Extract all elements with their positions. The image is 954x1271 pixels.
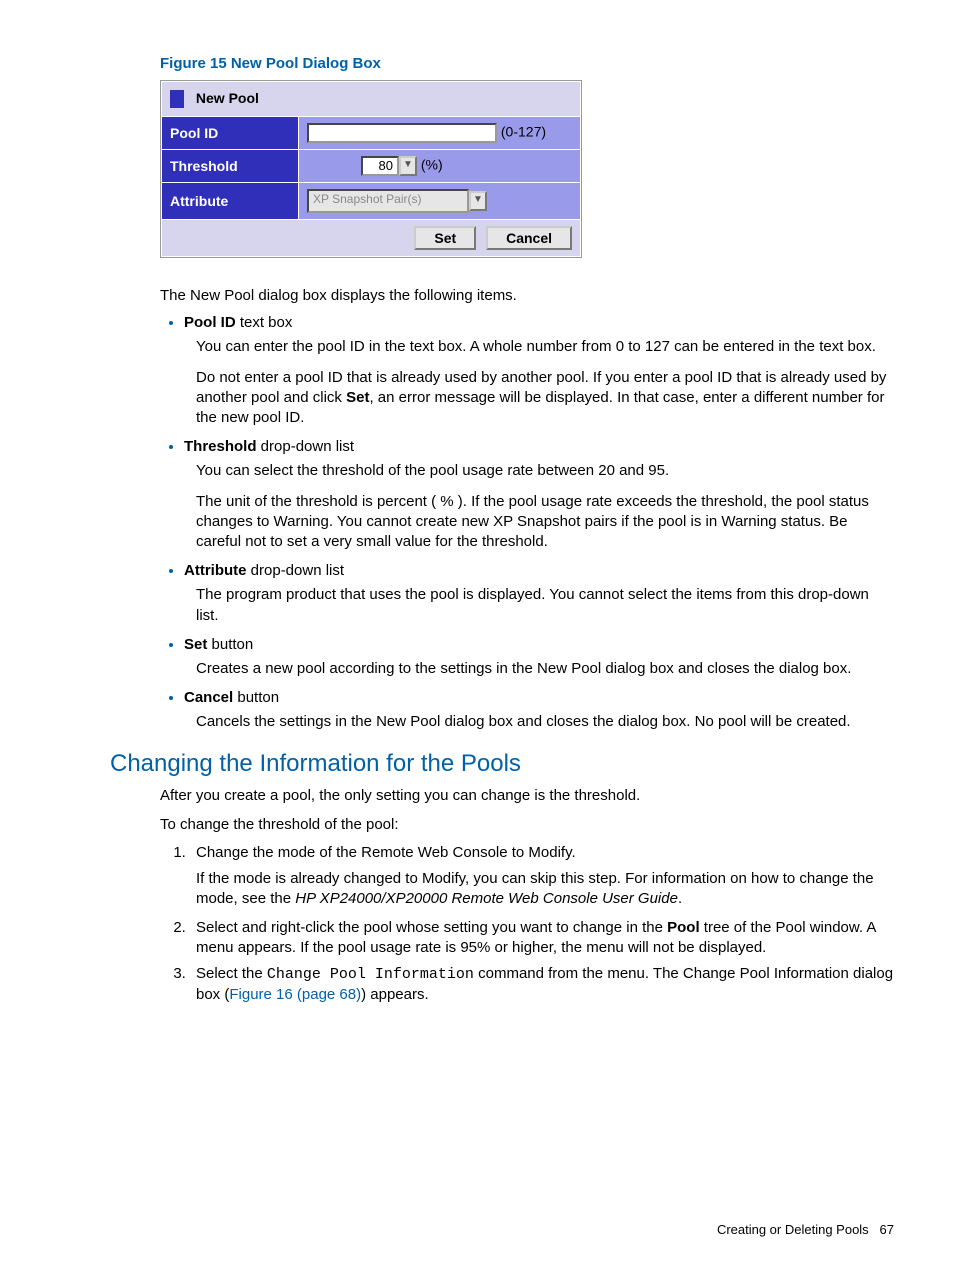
attribute-label: Attribute	[162, 183, 299, 220]
threshold-unit: (%)	[421, 157, 443, 173]
item-paragraph: The unit of the threshold is percent ( %…	[196, 492, 894, 553]
poolid-input[interactable]	[307, 123, 497, 143]
item-paragraph: You can enter the pool ID in the text bo…	[196, 337, 894, 357]
item-paragraph: Creates a new pool according to the sett…	[196, 659, 894, 679]
item-paragraph: Cancels the settings in the New Pool dia…	[196, 712, 894, 732]
threshold-label: Threshold	[162, 150, 299, 183]
page-footer: Creating or Deleting Pools 67	[717, 1222, 894, 1237]
attribute-cell: XP Snapshot Pair(s)▼	[299, 183, 581, 220]
poolid-cell: (0-127)	[299, 117, 581, 150]
poolid-range: (0-127)	[501, 124, 546, 140]
set-button[interactable]: Set	[414, 226, 476, 250]
section-heading: Changing the Information for the Pools	[110, 750, 894, 778]
item-paragraph: The program product that uses the pool i…	[196, 585, 894, 626]
dropdown-arrow-icon: ▼	[469, 191, 487, 211]
footer-label: Creating or Deleting Pools	[717, 1222, 869, 1237]
new-pool-dialog: New Pool Pool ID (0-127) Threshold 80▼ (…	[160, 80, 582, 258]
section-intro-2: To change the threshold of the pool:	[160, 815, 894, 835]
cross-ref-link[interactable]: Figure 16 (page 68)	[229, 986, 361, 1003]
intro-text: The New Pool dialog box displays the fol…	[160, 286, 894, 306]
dropdown-arrow-icon[interactable]: ▼	[399, 156, 417, 176]
figure-caption: Figure 15 New Pool Dialog Box	[160, 55, 894, 72]
list-item: Set buttonCreates a new pool according t…	[184, 636, 894, 679]
items-list: Pool ID text boxYou can enter the pool I…	[110, 314, 894, 732]
step-sub: If the mode is already changed to Modify…	[196, 869, 894, 910]
title-marker-icon	[170, 90, 184, 108]
step-item: Change the mode of the Remote Web Consol…	[190, 843, 894, 910]
threshold-cell: 80▼ (%)	[299, 150, 581, 183]
cancel-button[interactable]: Cancel	[486, 226, 572, 250]
item-paragraph: You can select the threshold of the pool…	[196, 461, 894, 481]
list-item: Cancel buttonCancels the settings in the…	[184, 689, 894, 732]
list-item: Attribute drop-down listThe program prod…	[184, 562, 894, 626]
dialog-title: New Pool	[196, 90, 259, 106]
list-item: Threshold drop-down listYou can select t…	[184, 438, 894, 552]
attribute-dropdown: XP Snapshot Pair(s)	[307, 189, 469, 213]
poolid-label: Pool ID	[162, 117, 299, 150]
dialog-title-bar: New Pool	[162, 82, 581, 117]
steps-list: Change the mode of the Remote Web Consol…	[110, 843, 894, 1006]
list-item: Pool ID text boxYou can enter the pool I…	[184, 314, 894, 428]
section-intro-1: After you create a pool, the only settin…	[160, 786, 894, 806]
dialog-button-row: Set Cancel	[162, 220, 581, 257]
threshold-value[interactable]: 80	[361, 156, 399, 176]
footer-page: 67	[880, 1222, 894, 1237]
step-item: Select the Change Pool Information comma…	[190, 964, 894, 1006]
step-item: Select and right-click the pool whose se…	[190, 918, 894, 959]
item-paragraph: Do not enter a pool ID that is already u…	[196, 368, 894, 429]
